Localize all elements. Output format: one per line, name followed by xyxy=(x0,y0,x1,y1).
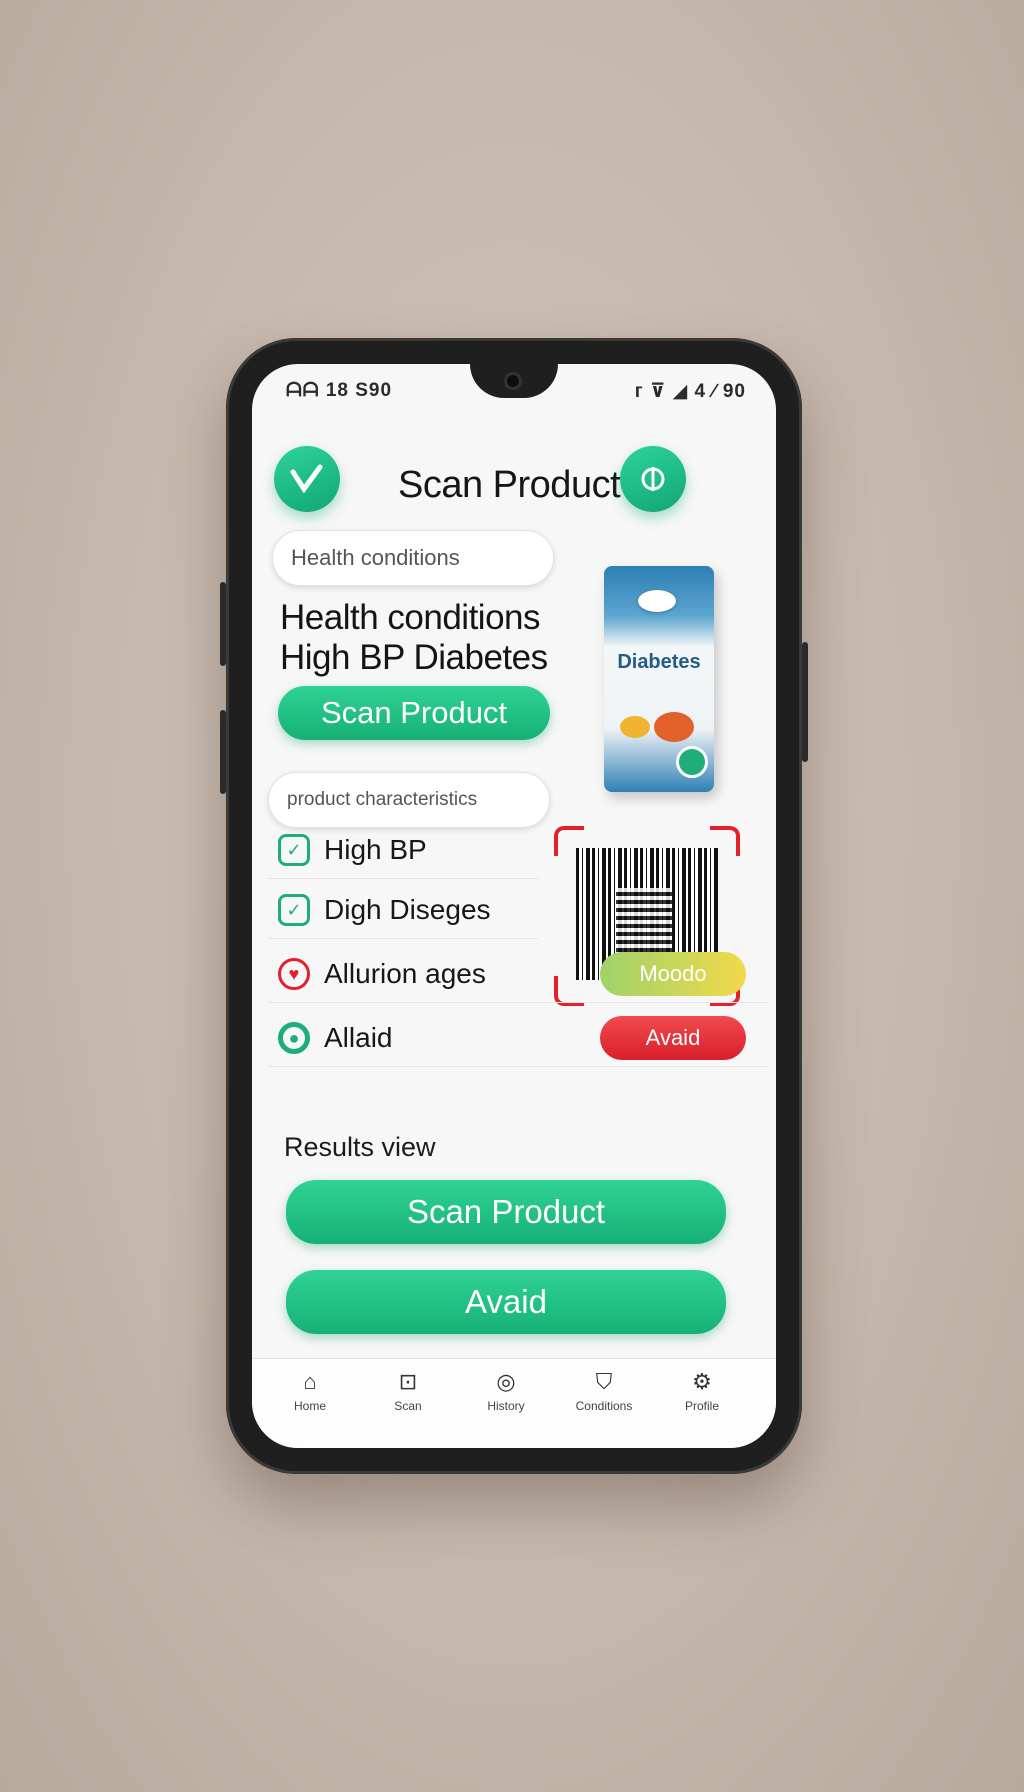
nav-item-history[interactable]: ◎ History xyxy=(464,1369,548,1413)
side-button xyxy=(220,710,226,794)
side-button xyxy=(220,582,226,666)
condition-label: Allurion ages xyxy=(324,958,486,989)
moderate-badge: Moodo xyxy=(600,952,746,996)
condition-label: High BP xyxy=(324,834,427,865)
condition-row[interactable]: ✓ High BP xyxy=(268,822,538,879)
condition-row[interactable]: ● Allaid Avaid xyxy=(268,1010,768,1067)
shield-icon: ⛉ xyxy=(595,1369,613,1394)
scan-product-button[interactable]: Scan Product xyxy=(286,1180,726,1244)
results-view-label: Results view xyxy=(284,1132,436,1162)
avoid-button[interactable]: Avaid xyxy=(286,1270,726,1334)
nav-label: Home xyxy=(293,1399,326,1413)
check-shield-icon: ✓ xyxy=(278,834,310,866)
notch xyxy=(470,364,558,398)
condition-row[interactable]: ✓ Digh Diseges xyxy=(268,882,538,939)
power-button xyxy=(802,642,808,762)
package-seal xyxy=(676,746,708,778)
heart-icon: ♥ xyxy=(278,958,310,990)
nav-label: Scan xyxy=(394,1399,422,1413)
nav-item-conditions[interactable]: ⛉ Conditions xyxy=(562,1369,646,1413)
front-camera xyxy=(504,372,522,390)
product-package-image: Diabetes xyxy=(604,566,714,792)
fruit-graphic xyxy=(654,712,694,742)
package-label: Diabetes xyxy=(617,651,701,673)
profile-icon[interactable] xyxy=(620,446,686,512)
bottom-nav: ⌂ Home ⊡ Scan ◎ History ⛉ Conditions ⚙ P… xyxy=(252,1358,776,1448)
phone-frame: ᗩᗩ 18 S90 ᴦ ⊽ ◢ 4 ∕ 90 Scan Product Heal… xyxy=(220,338,808,1474)
status-bar-right: ᴦ ⊽ ◢ 4 ∕ 90 xyxy=(634,381,746,402)
settings-icon: ⚙ xyxy=(692,1369,712,1394)
health-conditions-input[interactable]: Health conditions xyxy=(272,530,554,586)
scan-product-button-small[interactable]: Scan Product xyxy=(278,686,550,740)
nav-item-home[interactable]: ⌂ Home xyxy=(268,1369,352,1413)
page-title: Scan Product xyxy=(398,464,621,506)
nav-item-profile[interactable]: ⚙ Profile xyxy=(660,1369,744,1413)
status-bar-left: ᗩᗩ 18 S90 xyxy=(286,380,393,401)
avoid-badge: Avaid xyxy=(600,1016,746,1060)
circle-check-icon: ● xyxy=(278,1022,310,1054)
home-icon: ⌂ xyxy=(303,1369,317,1394)
health-conditions-values: High BP Diabetes xyxy=(280,638,548,677)
package-cap xyxy=(638,590,676,612)
product-characteristics-input[interactable]: product characteristics xyxy=(268,772,550,828)
condition-label: Allaid xyxy=(324,1022,393,1053)
health-logo-icon[interactable] xyxy=(274,446,340,512)
fruit-graphic xyxy=(620,716,650,738)
screen: ᗩᗩ 18 S90 ᴦ ⊽ ◢ 4 ∕ 90 Scan Product Heal… xyxy=(252,364,776,1448)
condition-row[interactable]: ♥ Allurion ages Moodo xyxy=(268,946,768,1003)
nav-label: History xyxy=(487,1399,525,1413)
nav-item-scan[interactable]: ⊡ Scan xyxy=(366,1369,450,1413)
check-shield-icon: ✓ xyxy=(278,894,310,926)
condition-label: Digh Diseges xyxy=(324,894,491,925)
health-conditions-heading: Health conditions xyxy=(280,598,541,637)
history-icon: ◎ xyxy=(496,1369,516,1394)
nav-label: Conditions xyxy=(575,1399,633,1413)
nav-label: Profile xyxy=(684,1399,719,1413)
scan-icon: ⊡ xyxy=(398,1369,418,1394)
